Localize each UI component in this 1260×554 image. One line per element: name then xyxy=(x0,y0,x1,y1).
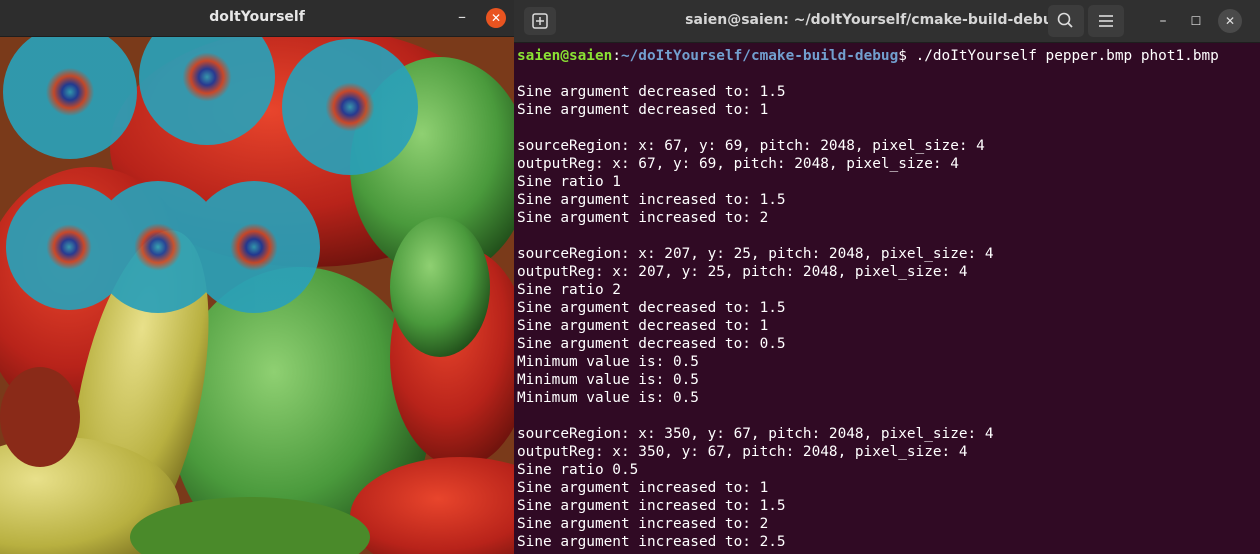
minimize-button[interactable]: – xyxy=(1151,9,1175,33)
new-tab-button[interactable] xyxy=(524,7,556,35)
output-line: sourceRegion: x: 350, y: 67, pitch: 2048… xyxy=(517,426,994,442)
command-text: ./doItYourself pepper.bmp phot1.bmp xyxy=(906,48,1219,64)
maximize-button[interactable]: ☐ xyxy=(1184,9,1208,33)
search-button[interactable] xyxy=(1048,5,1084,37)
terminal-output[interactable]: saien@saien:~/doItYourself/cmake-build-d… xyxy=(517,47,1257,554)
peppers-image-art xyxy=(0,37,514,554)
hamburger-menu-icon xyxy=(1099,15,1113,27)
output-line: Sine ratio 1 xyxy=(517,174,621,190)
output-line: outputReg: x: 207, y: 25, pitch: 2048, p… xyxy=(517,264,968,280)
output-line: Sine argument increased to: 2 xyxy=(517,210,769,226)
prompt-separator: : xyxy=(612,48,621,64)
prompt-line: saien@saien:~/doItYourself/cmake-build-d… xyxy=(517,47,1257,65)
output-line: Sine ratio 0.5 xyxy=(517,462,639,478)
output-line: Minimum value is: 0.5 xyxy=(517,354,699,370)
output-line: Sine argument increased to: 2 xyxy=(517,516,769,532)
peppers-image xyxy=(0,37,514,554)
output-line: Sine argument increased to: 1.5 xyxy=(517,498,786,514)
output-line: Sine argument increased to: 2.5 xyxy=(517,534,786,550)
terminal-title: saien@saien: ~/doItYourself/cmake-build-… xyxy=(685,12,1063,28)
prompt-path: ~/doItYourself/cmake-build-debug xyxy=(620,48,899,64)
output-line: Sine argument decreased to: 1 xyxy=(517,102,769,118)
prompt-symbol: $ xyxy=(898,48,907,64)
desktop: doItYourself – ✕ saien@saien: ~/doItYour… xyxy=(0,0,1260,554)
new-tab-icon xyxy=(532,13,548,29)
terminal-window: saien@saien: ~/doItYourself/cmake-build-… xyxy=(514,0,1260,554)
image-window: doItYourself – ✕ xyxy=(0,0,514,554)
menu-button[interactable] xyxy=(1088,5,1124,37)
close-button[interactable]: ✕ xyxy=(1218,9,1242,33)
output-line: Minimum value is: 0.5 xyxy=(517,372,699,388)
output-line: Sine ratio 2 xyxy=(517,282,621,298)
output-line: Sine argument increased to: 1 xyxy=(517,480,769,496)
close-button[interactable]: ✕ xyxy=(486,8,506,28)
output-line: Sine argument decreased to: 1.5 xyxy=(517,84,786,100)
search-icon xyxy=(1057,12,1073,28)
output-line: Sine argument decreased to: 1.5 xyxy=(517,300,786,316)
output-line: Sine argument increased to: 1.5 xyxy=(517,192,786,208)
minimize-button[interactable]: – xyxy=(452,8,472,28)
image-window-titlebar[interactable]: doItYourself – ✕ xyxy=(0,0,514,37)
image-window-title: doItYourself xyxy=(209,9,305,25)
output-line: sourceRegion: x: 67, y: 69, pitch: 2048,… xyxy=(517,138,985,154)
output-line: outputReg: x: 67, y: 69, pitch: 2048, pi… xyxy=(517,156,959,172)
output-line: Sine argument decreased to: 1 xyxy=(517,318,769,334)
output-line: sourceRegion: x: 207, y: 25, pitch: 2048… xyxy=(517,246,994,262)
prompt-user-host: saien@saien xyxy=(517,48,613,64)
terminal-titlebar[interactable]: saien@saien: ~/doItYourself/cmake-build-… xyxy=(514,0,1260,43)
output-line: Sine argument decreased to: 0.5 xyxy=(517,336,786,352)
output-line: outputReg: x: 350, y: 67, pitch: 2048, p… xyxy=(517,444,968,460)
output-line: Minimum value is: 0.5 xyxy=(517,390,699,406)
